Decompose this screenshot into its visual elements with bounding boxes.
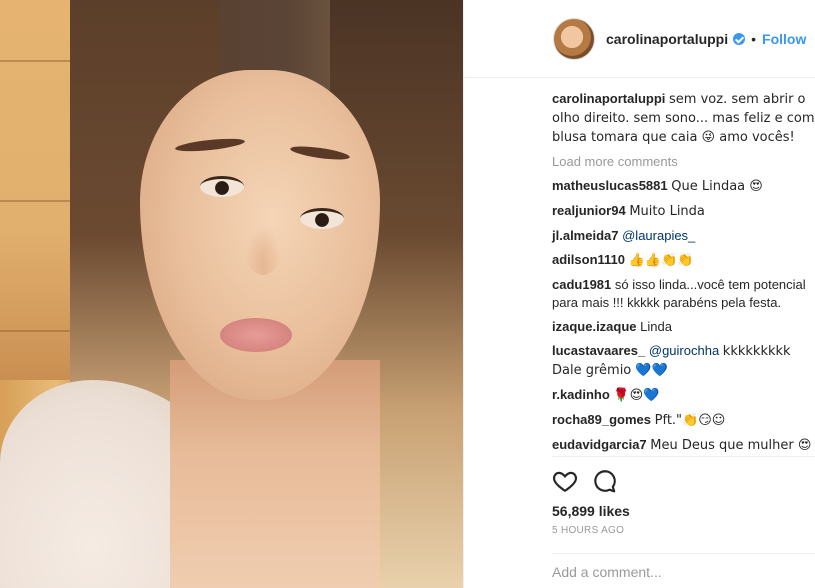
comment-text: Meu Deus que mulher 😍 — [650, 438, 812, 453]
comment-username[interactable]: r.kadinho — [552, 387, 610, 402]
comment-text: Que Lindaa 😍 — [671, 179, 763, 194]
comment-item: izaque.izaque Linda — [552, 318, 815, 336]
comment-text: Muito Linda — [629, 204, 705, 219]
lips — [220, 318, 292, 352]
post-actions: 56,899 likes 5 HOURS AGO — [552, 456, 815, 536]
comment-text: Pft."👏😏☺ — [654, 413, 726, 428]
comment-icon[interactable] — [592, 468, 618, 494]
comment-text: Linda — [640, 319, 672, 334]
add-comment-area — [552, 553, 815, 580]
load-more-comments-link[interactable]: Load more comments — [552, 153, 815, 171]
action-icons — [552, 457, 815, 503]
comment-item: rocha89_gomes Pft."👏😏☺ — [552, 411, 815, 430]
eye-right — [300, 208, 344, 229]
post-timestamp[interactable]: 5 HOURS AGO — [552, 525, 815, 536]
comment-username[interactable]: matheuslucas5881 — [552, 178, 668, 193]
likes-count[interactable]: 56,899 likes — [552, 503, 815, 519]
comment-item: eudavidgarcia7 Meu Deus que mulher 😍 — [552, 436, 815, 455]
comment-text: 👍👍👏👏 — [628, 253, 694, 268]
comments-list: carolinaportaluppi sem voz. sem abrir o … — [552, 90, 815, 461]
comment-username[interactable]: realjunior94 — [552, 203, 626, 218]
comment-mention-link[interactable]: @laurapies_ — [622, 228, 695, 243]
comment-username[interactable]: lucastavaares_ — [552, 343, 645, 358]
comment-username[interactable]: izaque.izaque — [552, 319, 637, 334]
heart-icon[interactable] — [552, 468, 578, 494]
post-photo[interactable] — [0, 0, 463, 588]
comment-username[interactable]: jl.almeida7 — [552, 228, 618, 243]
comment-username[interactable]: rocha89_gomes — [552, 412, 651, 427]
comment-username[interactable]: cadu1981 — [552, 277, 611, 292]
comment-item: matheuslucas5881 Que Lindaa 😍 — [552, 177, 815, 196]
comment-item: realjunior94 Muito Linda — [552, 202, 815, 221]
eye-left — [200, 176, 244, 197]
comment-item: r.kadinho 🌹😍💙 — [552, 386, 815, 405]
comment-mention-link[interactable]: @guirochha — [649, 343, 719, 358]
comment-item: cadu1981 só isso linda...você tem potenc… — [552, 276, 815, 312]
comment-text: 🌹😍💙 — [613, 388, 660, 403]
comment-item: lucastavaares_ @guirochha kkkkkkkkk Dale… — [552, 342, 815, 380]
caption-username[interactable]: carolinaportaluppi — [552, 91, 665, 106]
add-comment-input[interactable] — [552, 564, 792, 580]
comment-item: adilson1110 👍👍👏👏 — [552, 251, 815, 270]
caption: carolinaportaluppi sem voz. sem abrir o … — [552, 90, 815, 147]
comment-username[interactable]: adilson1110 — [552, 252, 625, 267]
comment-username[interactable]: eudavidgarcia7 — [552, 437, 647, 452]
nose — [245, 225, 281, 275]
comment-item: jl.almeida7 @laurapies_ — [552, 227, 815, 245]
